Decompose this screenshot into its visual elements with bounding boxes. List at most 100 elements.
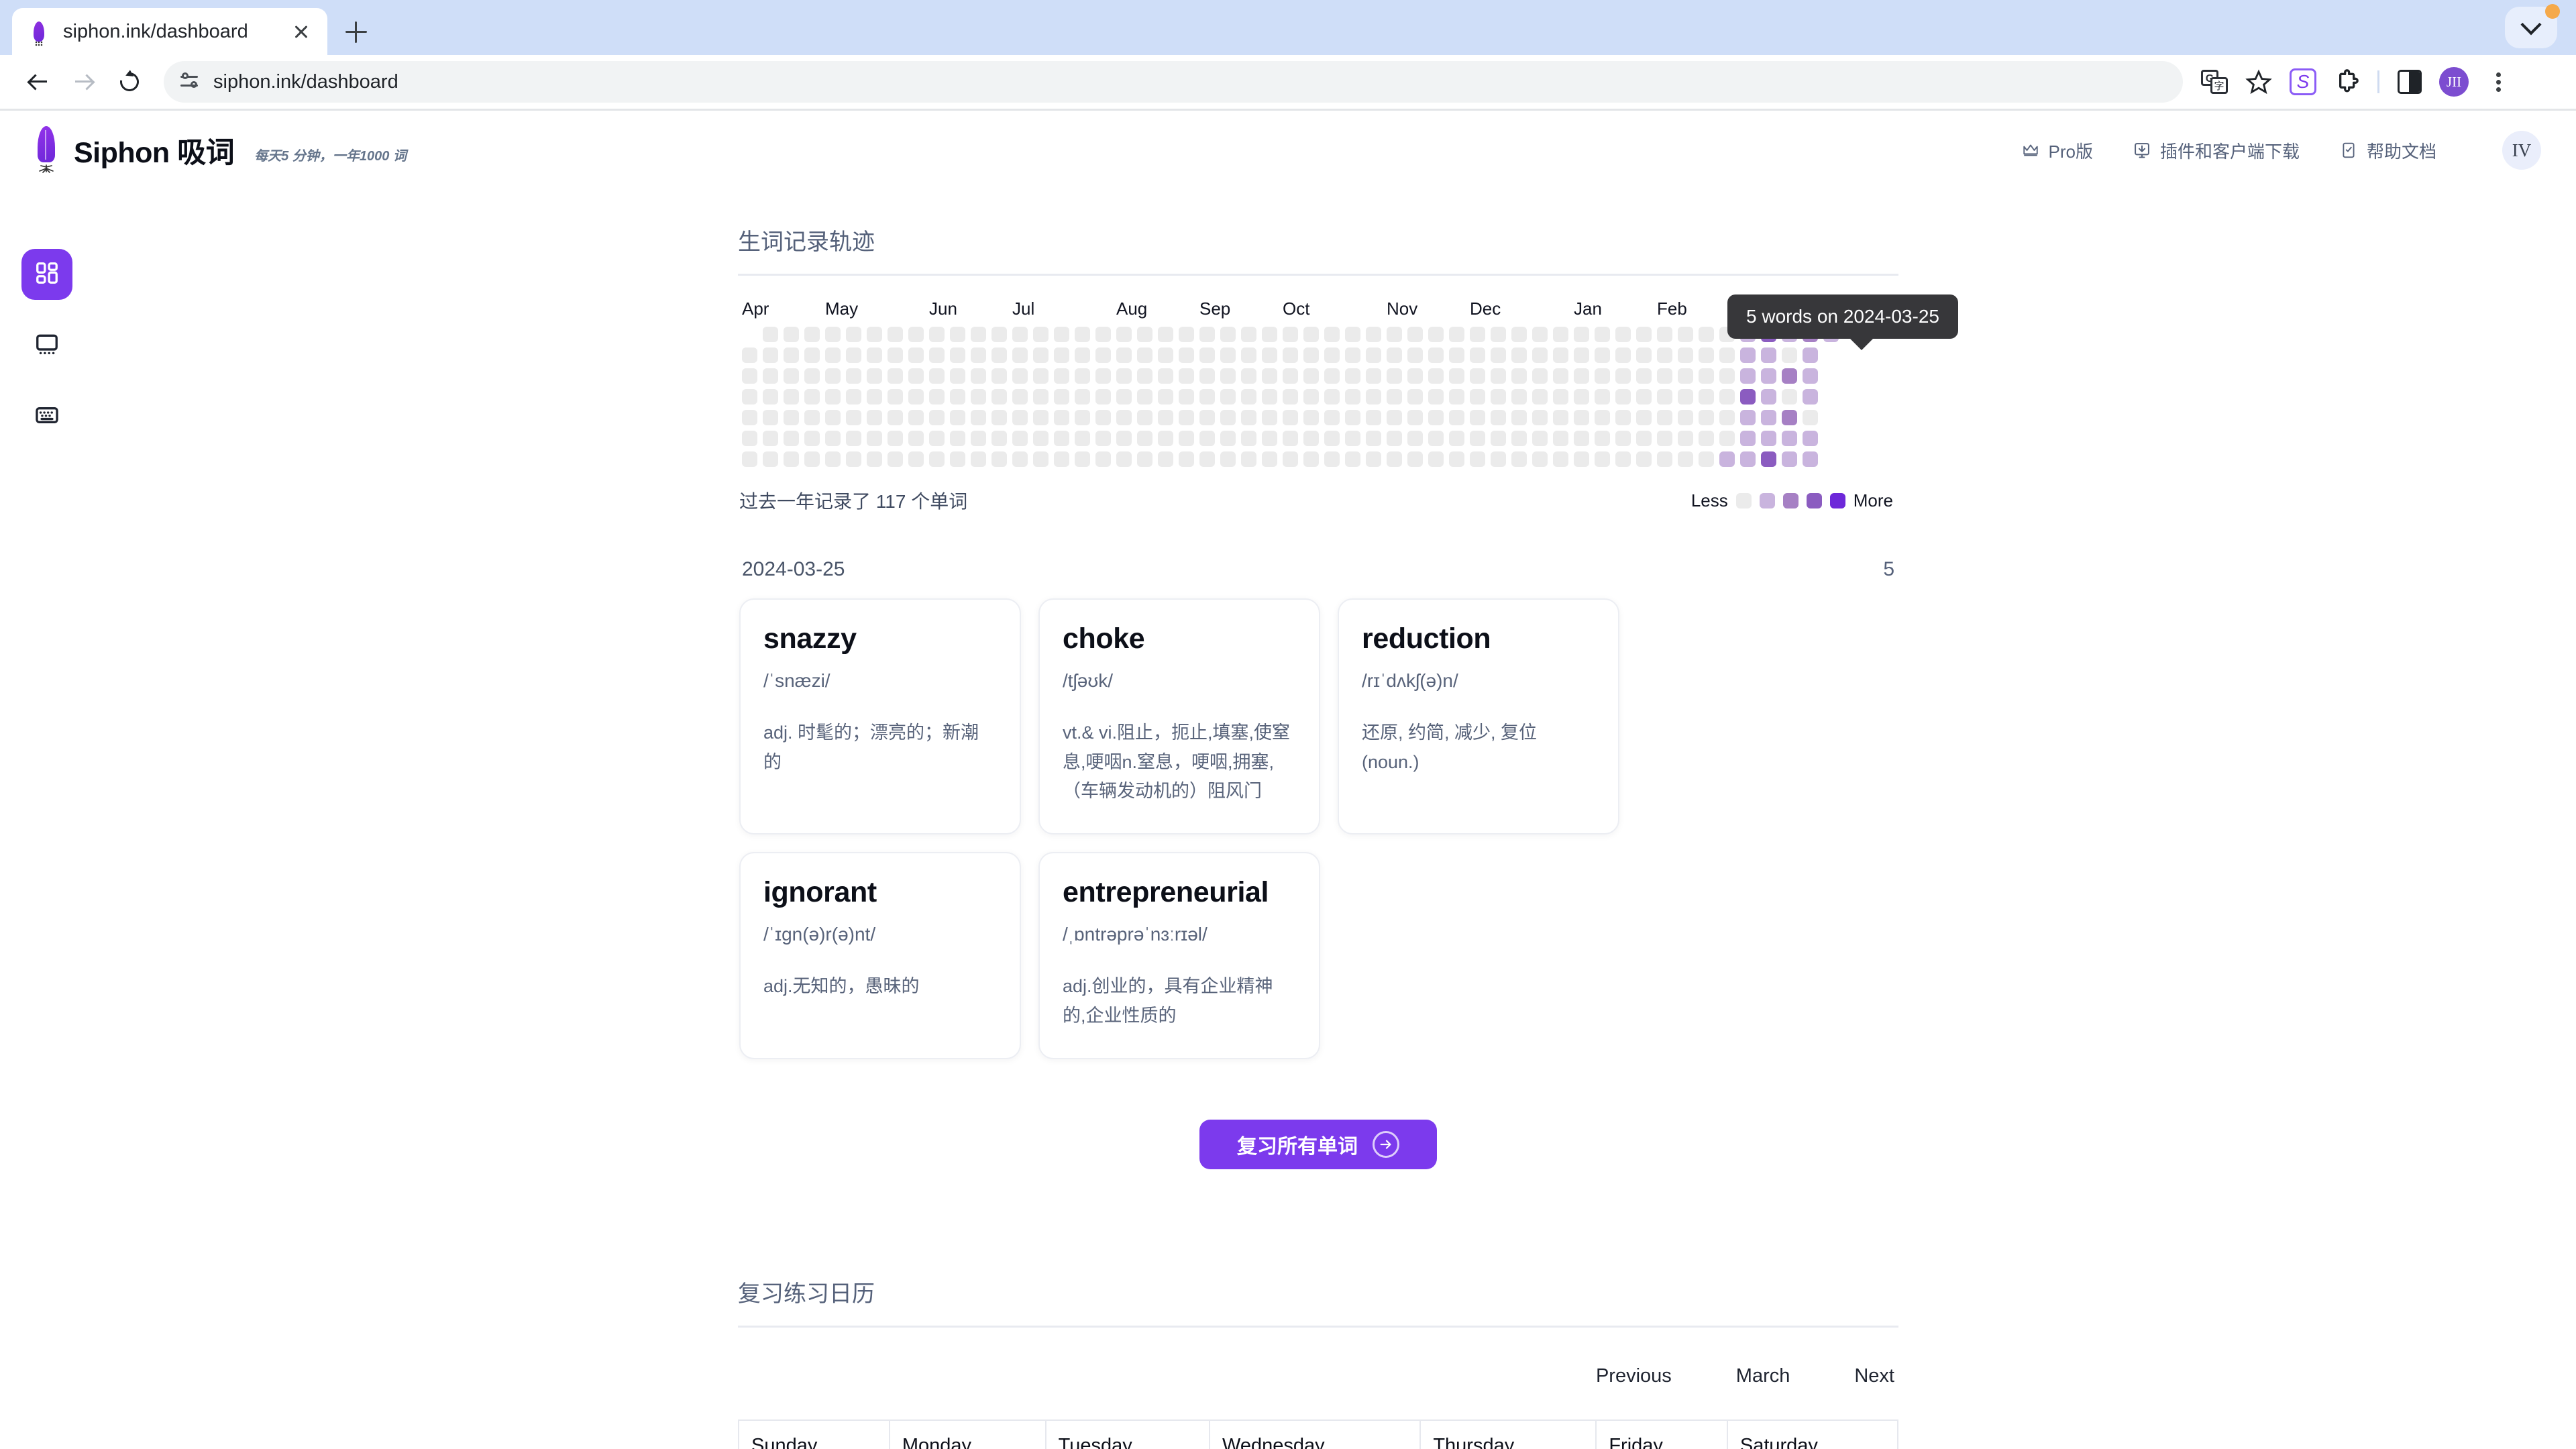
heatmap-cell[interactable] <box>1075 347 1090 363</box>
heatmap-cell[interactable] <box>929 347 945 363</box>
heatmap-cell[interactable] <box>1137 368 1152 384</box>
heatmap-cell[interactable] <box>1262 389 1277 405</box>
heatmap-cell[interactable] <box>1449 389 1464 405</box>
heatmap-cell[interactable] <box>1595 451 1610 467</box>
heatmap-cell[interactable] <box>1199 410 1215 425</box>
heatmap-cell[interactable] <box>1657 368 1672 384</box>
heatmap-cell[interactable] <box>1033 347 1049 363</box>
heatmap-cell[interactable] <box>991 327 1007 342</box>
heatmap-cell[interactable] <box>1595 347 1610 363</box>
heatmap-cell[interactable] <box>1095 451 1111 467</box>
heatmap-cell[interactable] <box>846 431 861 446</box>
heatmap-cell[interactable] <box>1324 327 1340 342</box>
heatmap-cell[interactable] <box>971 389 986 405</box>
heatmap-cell[interactable] <box>1241 327 1256 342</box>
heatmap-cell[interactable] <box>1532 389 1548 405</box>
heatmap-cell[interactable] <box>1657 389 1672 405</box>
heatmap-cell[interactable] <box>1220 451 1236 467</box>
heatmap-cell[interactable] <box>1366 327 1381 342</box>
heatmap-cell[interactable] <box>1782 389 1797 405</box>
heatmap-cell[interactable] <box>1179 368 1194 384</box>
avatar[interactable]: IV <box>2502 131 2541 170</box>
heatmap-cell[interactable] <box>1782 431 1797 446</box>
heatmap-cell[interactable] <box>1553 368 1568 384</box>
nav-item-download[interactable]: 插件和客户端下载 <box>2132 138 2300 163</box>
heatmap-cell[interactable] <box>1137 431 1152 446</box>
heatmap-cell[interactable] <box>929 451 945 467</box>
heatmap-cell[interactable] <box>888 327 903 342</box>
heatmap-cell[interactable] <box>1470 327 1485 342</box>
heatmap-cell[interactable] <box>1615 389 1631 405</box>
heatmap-cell[interactable] <box>1407 347 1423 363</box>
heatmap-cell[interactable] <box>1137 389 1152 405</box>
heatmap-cell[interactable] <box>1012 389 1028 405</box>
heatmap-cell[interactable] <box>929 389 945 405</box>
heatmap-cell[interactable] <box>1366 347 1381 363</box>
heatmap-cell[interactable] <box>1241 368 1256 384</box>
heatmap-cell[interactable] <box>1574 389 1589 405</box>
heatmap-cell[interactable] <box>763 389 778 405</box>
heatmap-cell[interactable] <box>908 347 924 363</box>
heatmap-cell[interactable] <box>1407 410 1423 425</box>
heatmap-cell[interactable] <box>1179 327 1194 342</box>
heatmap-cell[interactable] <box>1595 368 1610 384</box>
calendar-next-button[interactable]: Next <box>1854 1365 1894 1387</box>
heatmap-cell[interactable] <box>1095 347 1111 363</box>
heatmap-cell[interactable] <box>908 389 924 405</box>
heatmap-cell[interactable] <box>1823 368 1839 384</box>
heatmap-cell[interactable] <box>1095 327 1111 342</box>
heatmap-cell[interactable] <box>1803 347 1818 363</box>
heatmap-cell[interactable] <box>1179 347 1194 363</box>
heatmap-cell[interactable] <box>1470 389 1485 405</box>
heatmap-cell[interactable] <box>763 327 778 342</box>
heatmap-cell[interactable] <box>1095 389 1111 405</box>
heatmap-cell[interactable] <box>867 451 882 467</box>
heatmap-cell[interactable] <box>1303 389 1319 405</box>
heatmap-cell[interactable] <box>1761 410 1776 425</box>
heatmap-cell[interactable] <box>867 347 882 363</box>
heatmap-cell[interactable] <box>1158 368 1173 384</box>
heatmap-cell[interactable] <box>1491 347 1506 363</box>
heatmap-cell[interactable] <box>1387 451 1402 467</box>
heatmap-cell[interactable] <box>1303 431 1319 446</box>
heatmap-cell[interactable] <box>1137 327 1152 342</box>
heatmap-cell[interactable] <box>950 431 965 446</box>
sidebar-item-screen[interactable] <box>21 320 72 371</box>
heatmap-cell[interactable] <box>1803 451 1818 467</box>
heatmap-cell[interactable] <box>950 327 965 342</box>
word-card[interactable]: reduction/rɪˈdʌkʃ(ə)n/还原, 约简, 减少, 复位 (no… <box>1338 598 1619 835</box>
heatmap-cell[interactable] <box>1428 451 1444 467</box>
heatmap-cell[interactable] <box>1220 389 1236 405</box>
forward-arrow-icon[interactable] <box>63 61 105 103</box>
heatmap-cell[interactable] <box>1387 431 1402 446</box>
heatmap-cell[interactable] <box>1262 451 1277 467</box>
heatmap-cell[interactable] <box>846 410 861 425</box>
heatmap-cell[interactable] <box>1553 389 1568 405</box>
heatmap-cell[interactable] <box>1678 347 1693 363</box>
heatmap-cell[interactable] <box>1595 389 1610 405</box>
heatmap-cell[interactable] <box>742 389 757 405</box>
heatmap-cell[interactable] <box>1657 431 1672 446</box>
heatmap-cell[interactable] <box>846 451 861 467</box>
heatmap-cell[interactable] <box>1241 389 1256 405</box>
heatmap-cell[interactable] <box>1012 347 1028 363</box>
heatmap-cell[interactable] <box>1137 347 1152 363</box>
heatmap-cell[interactable] <box>804 347 820 363</box>
heatmap-cell[interactable] <box>1158 451 1173 467</box>
heatmap-cell[interactable] <box>1574 368 1589 384</box>
heatmap-cell[interactable] <box>1033 389 1049 405</box>
calendar-prev-button[interactable]: Previous <box>1596 1365 1672 1387</box>
heatmap-cell[interactable] <box>1054 389 1069 405</box>
heatmap-cell[interactable] <box>1761 431 1776 446</box>
heatmap-cell[interactable] <box>1220 368 1236 384</box>
heatmap-cell[interactable] <box>1158 347 1173 363</box>
heatmap-cell[interactable] <box>1158 389 1173 405</box>
heatmap-cell[interactable] <box>888 451 903 467</box>
heatmap-cell[interactable] <box>1428 368 1444 384</box>
heatmap-cell[interactable] <box>1574 410 1589 425</box>
heatmap-cell[interactable] <box>1012 410 1028 425</box>
reload-icon[interactable] <box>109 61 150 103</box>
heatmap-cell[interactable] <box>1324 451 1340 467</box>
heatmap-cell[interactable] <box>825 327 841 342</box>
heatmap-cell[interactable] <box>991 410 1007 425</box>
